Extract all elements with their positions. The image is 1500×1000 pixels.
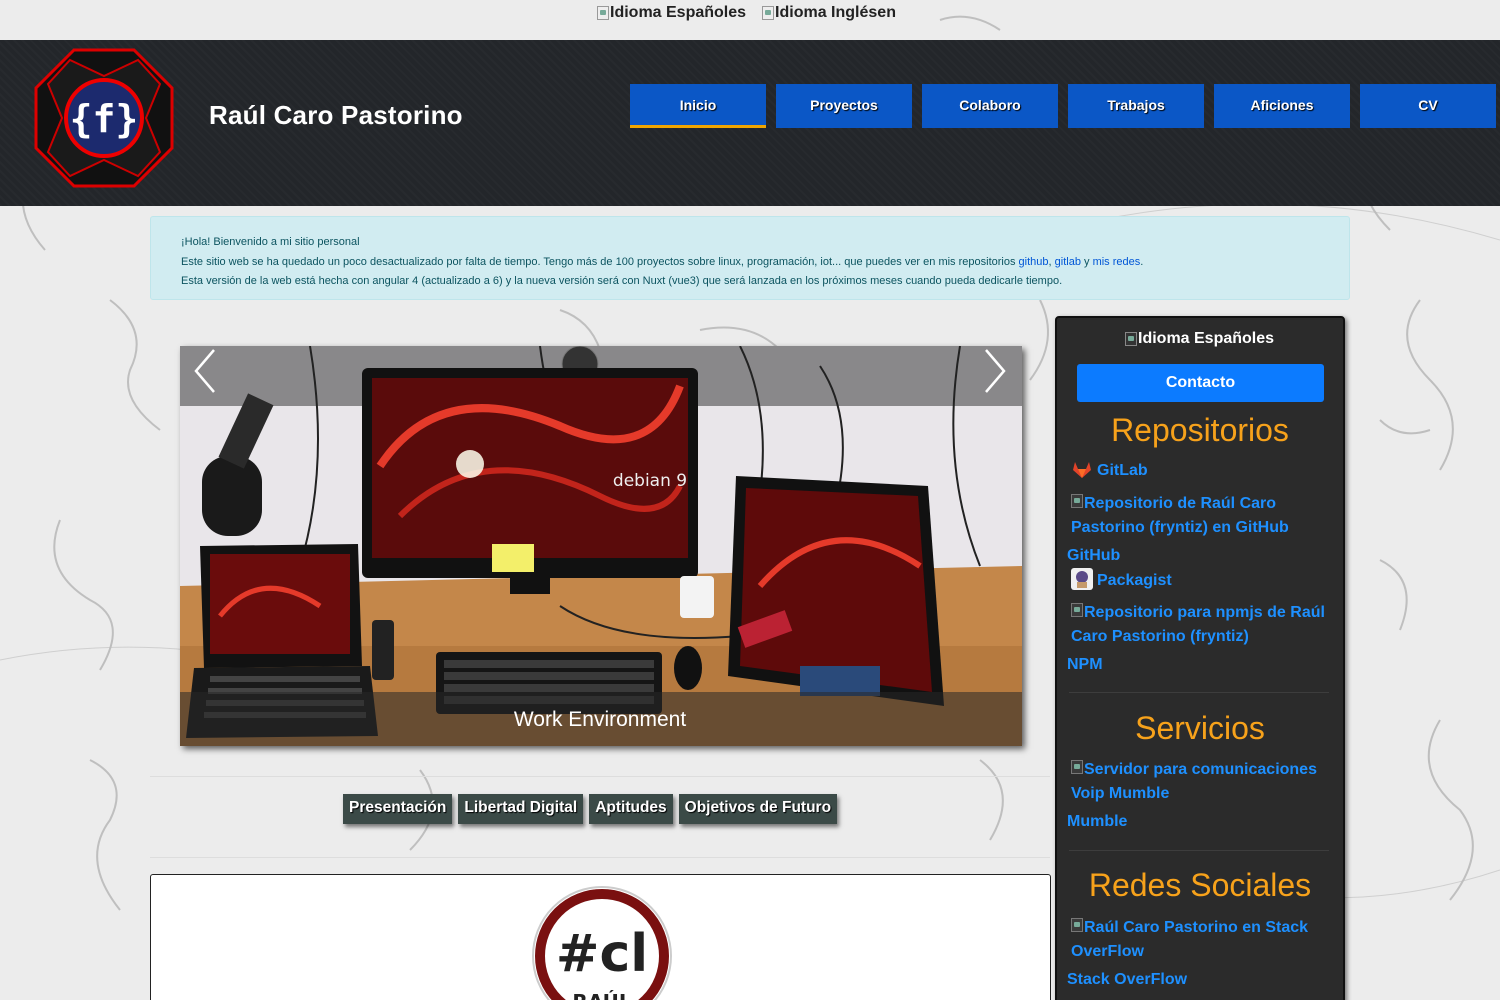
chevron-right-icon[interactable] bbox=[980, 346, 1010, 396]
nav-inicio[interactable]: Inicio bbox=[630, 84, 766, 128]
welcome-alert: ¡Hola! Bienvenido a mi sitio personal Es… bbox=[150, 216, 1350, 300]
spanish-flag-alt: Idioma Españoles bbox=[610, 4, 747, 21]
github-image-alt: Repositorio de Raúl Caro Pastorino (fryn… bbox=[1071, 495, 1289, 536]
broken-image-icon bbox=[1071, 760, 1083, 774]
tab-objetivos-de-futuro[interactable]: Objetivos de Futuro bbox=[678, 794, 838, 824]
carousel-slide-image: debian 9 bbox=[180, 346, 1022, 746]
broken-image-icon bbox=[1071, 603, 1083, 617]
sidebar: Idioma Españoles Contacto Repositorios G… bbox=[1055, 316, 1345, 1000]
avatar-name: RAÚL bbox=[572, 990, 632, 1000]
sidebar-spanish-flag-alt: Idioma Españoles bbox=[1138, 330, 1275, 347]
tab-aptitudes[interactable]: Aptitudes bbox=[589, 794, 673, 824]
monitor-screen-text: debian 9 bbox=[613, 471, 687, 491]
logo-text: {f} bbox=[70, 97, 139, 141]
alert-period: . bbox=[1140, 255, 1144, 268]
english-flag-alt: Idioma Inglésen bbox=[775, 4, 896, 21]
broken-image-icon bbox=[762, 6, 775, 20]
redes-link[interactable]: mis redes bbox=[1093, 256, 1141, 268]
repositories-heading: Repositorios bbox=[1111, 412, 1289, 448]
nav-proyectos[interactable]: Proyectos bbox=[776, 84, 912, 128]
packagist-label: Packagist bbox=[1097, 572, 1172, 589]
stackoverflow-image-alt: Raúl Caro Pastorino en Stack OverFlow bbox=[1071, 919, 1309, 960]
main-nav: Inicio Proyectos Colaboro Trabajos Afici… bbox=[630, 84, 1496, 128]
sidebar-spanish-flag-link[interactable]: Idioma Españoles bbox=[1125, 330, 1274, 348]
gitlab-repo-link[interactable]: GitLab bbox=[1071, 458, 1148, 483]
github-repo-link[interactable]: Repositorio de Raúl Caro Pastorino (fryn… bbox=[1071, 492, 1335, 540]
broken-image-icon bbox=[1071, 494, 1083, 508]
broken-image-icon bbox=[597, 6, 609, 20]
alert-line-2-text: Este sitio web se ha quedado un poco des… bbox=[181, 255, 1019, 268]
carousel-caption: Work Environment bbox=[513, 708, 687, 731]
mumble-label[interactable]: Mumble bbox=[1067, 810, 1127, 834]
alert-line-1: ¡Hola! Bienvenido a mi sitio personal bbox=[181, 236, 360, 248]
nav-cv[interactable]: CV bbox=[1360, 84, 1496, 128]
language-selector: Idioma Españoles Idioma Inglésen bbox=[597, 4, 896, 22]
services-heading: Servicios bbox=[1135, 710, 1265, 746]
github-label[interactable]: GitHub bbox=[1067, 544, 1120, 568]
content-panel: #cl RAÚL bbox=[150, 874, 1051, 1000]
packagist-repo-link[interactable]: Packagist bbox=[1071, 568, 1172, 593]
sidebar-separator bbox=[1069, 692, 1329, 693]
alert-line-3: Esta versión de la web está hecha con an… bbox=[181, 275, 1063, 287]
stackoverflow-label[interactable]: Stack OverFlow bbox=[1067, 968, 1187, 992]
npm-repo-link[interactable]: Repositorio para npmjs de Raúl Caro Past… bbox=[1071, 601, 1335, 649]
gitlab-icon bbox=[1071, 458, 1093, 480]
npm-label[interactable]: NPM bbox=[1067, 653, 1103, 677]
alert-separator: y bbox=[1080, 255, 1093, 268]
nav-aficiones[interactable]: Aficiones bbox=[1214, 84, 1350, 128]
section-tabs: Presentación Libertad Digital Aptitudes … bbox=[343, 794, 838, 824]
mumble-server-link[interactable]: Servidor para comunicaciones Voip Mumble bbox=[1071, 758, 1335, 806]
site-header: {f} Raúl Caro Pastorino Inicio Proyectos… bbox=[0, 40, 1500, 206]
avatar-text: #cl bbox=[556, 924, 648, 984]
gitlab-link[interactable]: gitlab bbox=[1055, 256, 1081, 268]
mumble-image-alt: Servidor para comunicaciones Voip Mumble bbox=[1071, 761, 1317, 802]
spanish-flag-link[interactable]: Idioma Españoles bbox=[597, 4, 746, 22]
divider bbox=[150, 776, 1050, 777]
broken-image-icon bbox=[1125, 332, 1137, 346]
alert-line-2: Este sitio web se ha quedado un poco des… bbox=[181, 253, 1319, 273]
npm-image-alt: Repositorio para npmjs de Raúl Caro Past… bbox=[1071, 604, 1325, 645]
avatar: #cl RAÚL bbox=[532, 886, 672, 1000]
social-heading: Redes Sociales bbox=[1088, 867, 1312, 903]
image-carousel[interactable]: debian 9 Work Environment bbox=[180, 346, 1022, 746]
gitlab-label: GitLab bbox=[1097, 462, 1148, 479]
nav-trabajos[interactable]: Trabajos bbox=[1068, 84, 1204, 128]
tab-libertad-digital[interactable]: Libertad Digital bbox=[458, 794, 584, 824]
site-title: Raúl Caro Pastorino bbox=[209, 100, 463, 130]
nav-colaboro[interactable]: Colaboro bbox=[922, 84, 1058, 128]
chevron-left-icon[interactable] bbox=[190, 346, 220, 396]
github-link[interactable]: github bbox=[1019, 256, 1049, 268]
english-flag-link[interactable]: Idioma Inglésen bbox=[762, 4, 896, 22]
contact-button[interactable]: Contacto bbox=[1077, 364, 1324, 402]
stackoverflow-link[interactable]: Raúl Caro Pastorino en Stack OverFlow bbox=[1071, 916, 1335, 964]
tab-presentacion[interactable]: Presentación bbox=[343, 794, 453, 824]
sidebar-separator bbox=[1069, 850, 1329, 851]
packagist-icon bbox=[1071, 568, 1093, 590]
site-logo[interactable]: {f} bbox=[32, 46, 176, 190]
divider bbox=[150, 857, 1050, 858]
broken-image-icon bbox=[1071, 918, 1083, 932]
